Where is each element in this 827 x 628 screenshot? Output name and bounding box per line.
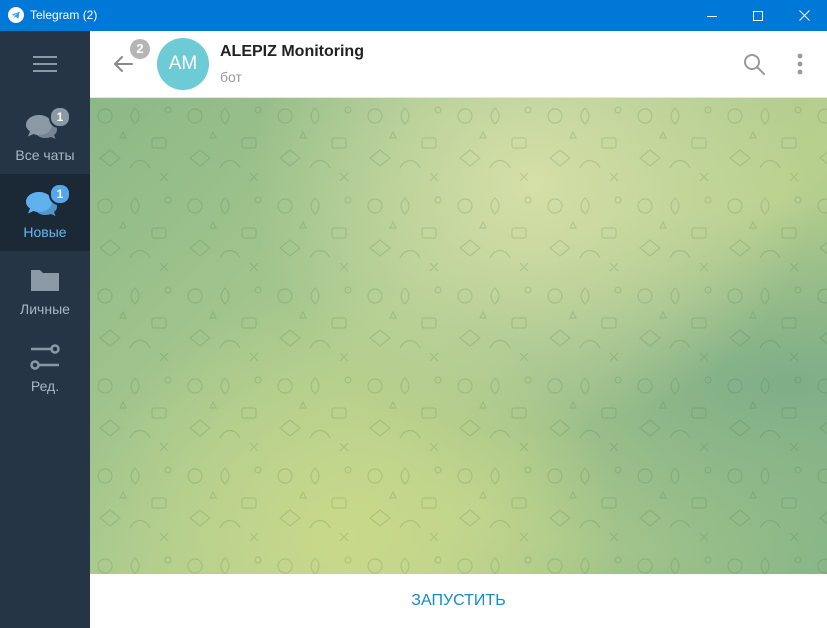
unread-badge: 1 bbox=[49, 106, 71, 128]
chat-title[interactable]: ALEPIZ Monitoring bbox=[220, 43, 364, 61]
folder-edit[interactable]: Ред. bbox=[0, 328, 90, 405]
maximize-button[interactable] bbox=[735, 0, 781, 31]
back-unread-badge: 2 bbox=[130, 39, 150, 59]
chat-wallpaper-pattern bbox=[90, 98, 827, 574]
chat-messages-area[interactable] bbox=[90, 98, 827, 574]
folder-label: Личные bbox=[20, 301, 70, 317]
folders-sidebar: 1 Все чаты 1 Новые Личные Ред. bbox=[0, 31, 90, 628]
minimize-button[interactable] bbox=[689, 0, 735, 31]
folder-label: Все чаты bbox=[15, 147, 75, 163]
close-icon bbox=[798, 10, 810, 21]
chat-status: бот bbox=[220, 69, 242, 85]
more-vertical-icon bbox=[797, 53, 803, 75]
search-icon bbox=[744, 54, 765, 75]
start-bot-button[interactable]: ЗАПУСТИТЬ bbox=[90, 574, 827, 628]
more-menu-button[interactable] bbox=[790, 52, 810, 76]
maximize-icon bbox=[753, 10, 763, 21]
folder-all-chats[interactable]: 1 Все чаты bbox=[0, 97, 90, 174]
edit-folders-icon bbox=[30, 344, 60, 370]
folder-personal[interactable]: Личные bbox=[0, 251, 90, 328]
minimize-icon bbox=[707, 15, 717, 17]
hamburger-menu-icon bbox=[33, 56, 57, 72]
window-titlebar: Telegram (2) bbox=[0, 0, 827, 31]
folder-new[interactable]: 1 Новые bbox=[0, 174, 90, 251]
folder-label: Ред. bbox=[30, 378, 60, 394]
folder-icon bbox=[31, 270, 59, 291]
window-title: Telegram (2) bbox=[30, 8, 98, 22]
main-menu-button[interactable] bbox=[0, 31, 90, 97]
close-button[interactable] bbox=[781, 0, 827, 31]
avatar[interactable]: AM bbox=[157, 38, 209, 90]
chat-header: 2 AM ALEPIZ Monitoring бот bbox=[90, 31, 827, 98]
bottom-bar: ЗАПУСТИТЬ bbox=[90, 574, 827, 628]
search-button[interactable] bbox=[742, 52, 766, 76]
folder-label: Новые bbox=[23, 224, 67, 240]
unread-badge: 1 bbox=[49, 183, 71, 205]
telegram-app-icon bbox=[8, 7, 24, 23]
